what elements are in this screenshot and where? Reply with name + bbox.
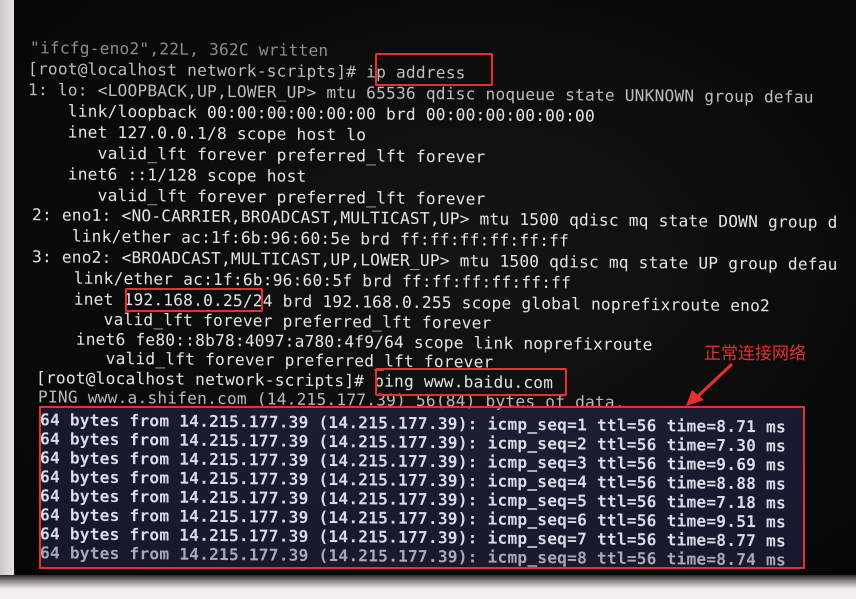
- ip-address-command-highlight: [375, 53, 493, 86]
- terminal-screen[interactable]: "ifcfg-eno2",22L, 362C written [root@loc…: [14, 0, 856, 575]
- ping-command-highlight: [375, 368, 567, 396]
- ip-address-value-highlight: [125, 288, 263, 312]
- annotation-arrow-icon: [686, 362, 734, 406]
- monitor-bottom-edge: [0, 575, 856, 599]
